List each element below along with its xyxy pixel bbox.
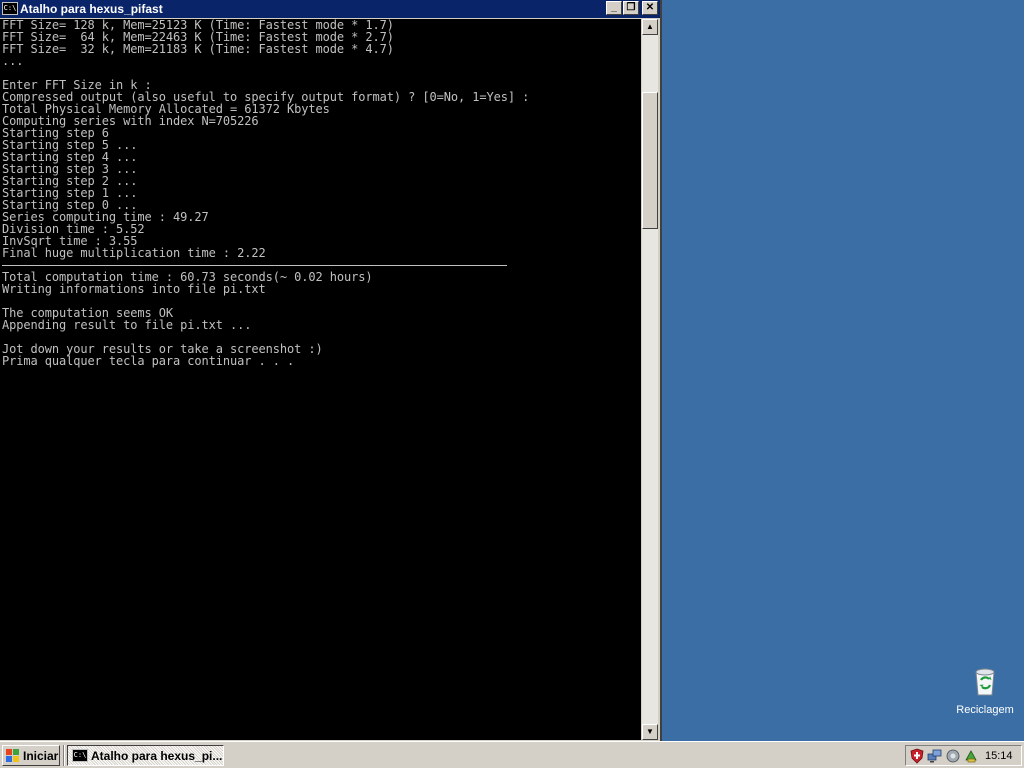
scroll-up-button[interactable]: ▲ [642,19,658,35]
console-line: Appending result to file pi.txt ... [2,318,252,332]
taskbar-separator [63,745,65,766]
close-button[interactable]: ✕ [642,1,658,15]
start-label: Iniciar [23,749,59,763]
update-icon[interactable] [963,748,979,764]
console-separator-line [2,259,641,271]
network-icon[interactable] [927,748,943,764]
shield-icon[interactable] [909,748,925,764]
clock[interactable]: 15:14 [985,749,1013,763]
system-tray: 15:14 [905,745,1022,766]
console-output[interactable]: FFT Size= 128 k, Mem=25123 K (Time: Fast… [0,19,641,740]
console-line: Final huge multiplication time : 2.22 [2,246,266,260]
minimize-button[interactable]: _ [606,1,622,15]
taskbar-button-label: Atalho para hexus_pi... [91,749,223,763]
console-window[interactable]: C:\ Atalho para hexus_pifast _ ❐ ✕ FFT S… [0,0,662,741]
start-button[interactable]: Iniciar [2,745,60,766]
console-line: FFT Size= 32 k, Mem=21183 K (Time: Faste… [2,42,394,56]
window-title: Atalho para hexus_pifast [20,2,163,16]
console-text: FFT Size= 128 k, Mem=25123 K (Time: Fast… [0,19,641,367]
taskbar: Iniciar C:\ Atalho para hexus_pi... 15:1… [0,741,1024,768]
console-app-icon[interactable]: C:\ [2,2,18,15]
console-line: Prima qualquer tecla para continuar . . … [2,354,295,368]
recycle-bin-label: Reciclagem [956,704,1014,716]
desktop-icon-recycle-bin[interactable]: Reciclagem [948,664,1022,720]
console-app-icon: C:\ [72,749,88,762]
console-line: ... [2,54,24,68]
recycle-bin-icon [975,668,995,696]
scroll-thumb[interactable] [642,92,658,229]
scroll-down-button[interactable]: ▼ [642,724,658,740]
title-bar[interactable]: C:\ Atalho para hexus_pifast _ ❐ ✕ [0,0,660,18]
windows-logo-icon [6,749,19,762]
volume-icon[interactable] [945,748,961,764]
maximize-button[interactable]: ❐ [623,1,639,15]
taskbar-button-console[interactable]: C:\ Atalho para hexus_pi... [67,745,224,766]
vertical-scrollbar[interactable]: ▲ ▼ [642,19,658,740]
console-line: Writing informations into file pi.txt [2,282,266,296]
